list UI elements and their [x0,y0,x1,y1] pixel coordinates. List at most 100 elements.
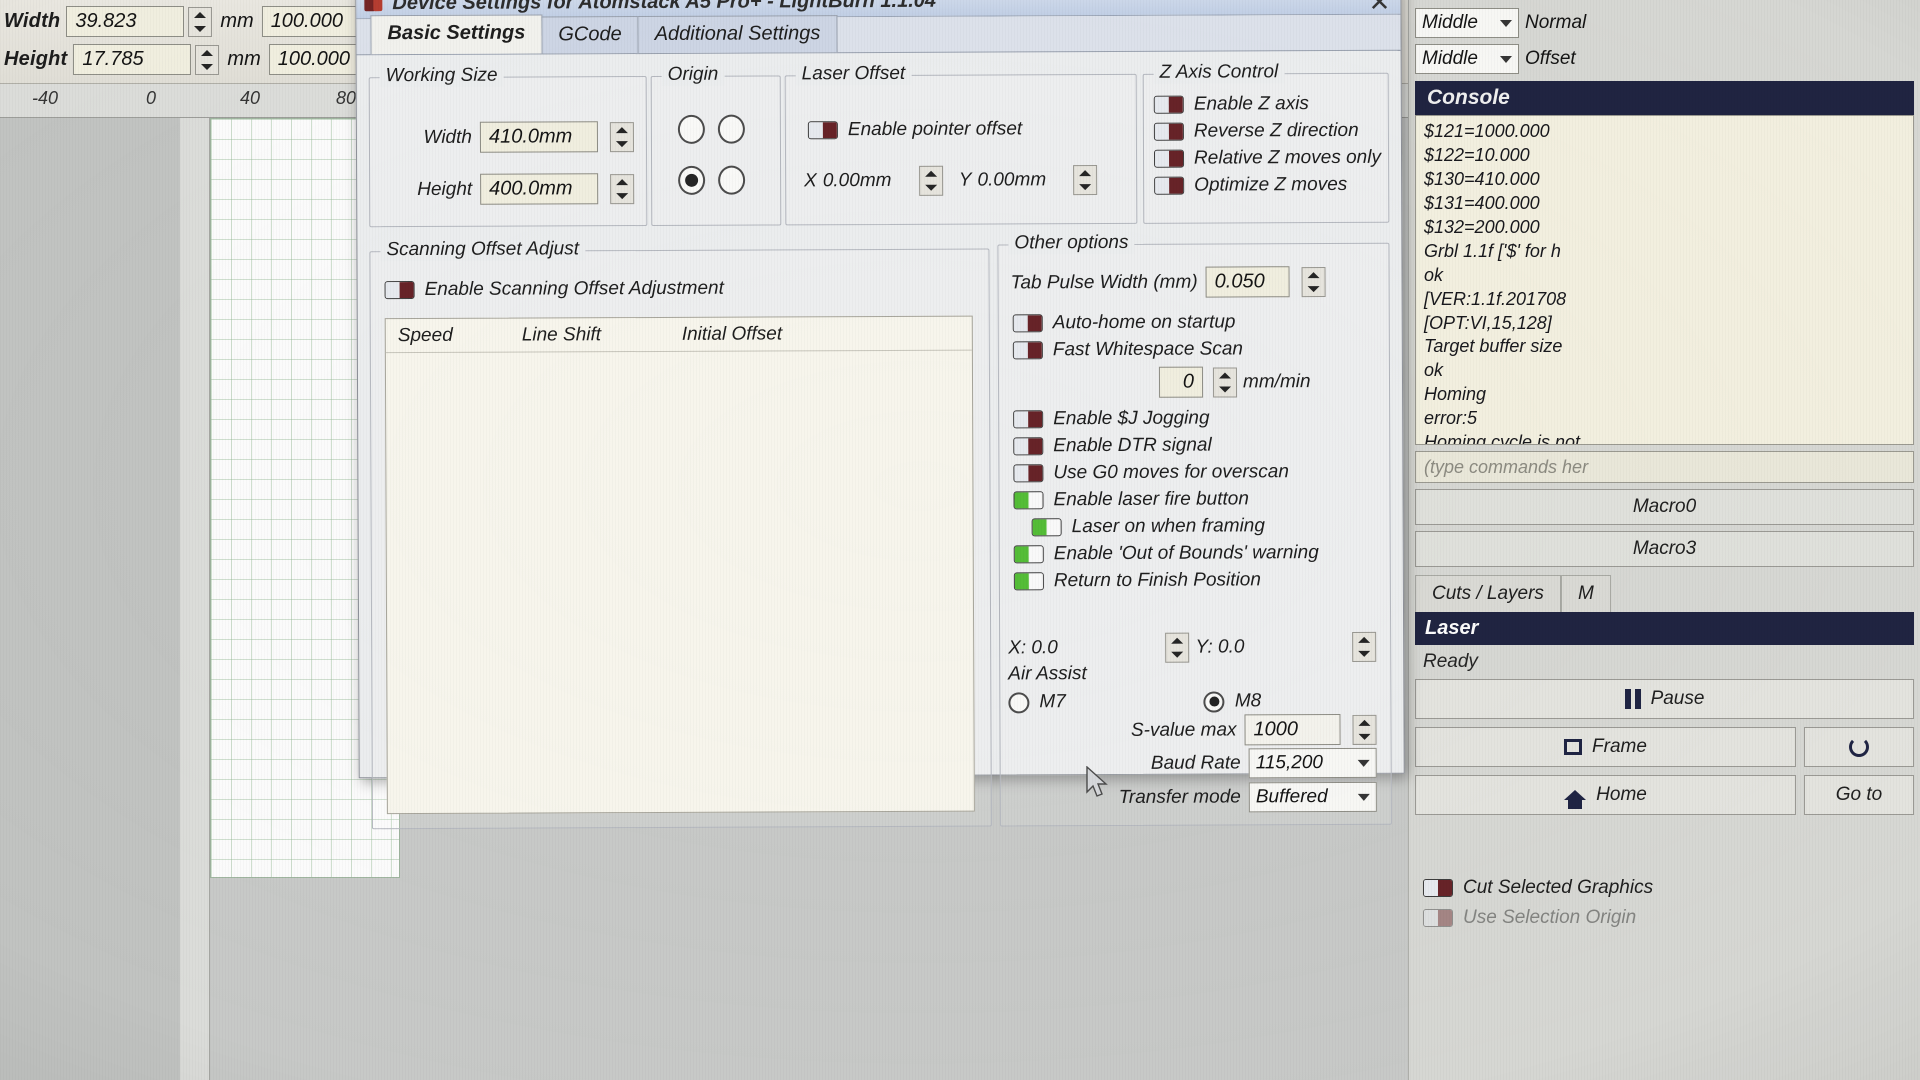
return-finish-position-toggle[interactable] [1013,572,1044,591]
enable-laser-fire-toggle[interactable] [1013,491,1044,510]
auto-home-label: Auto-home on startup [1052,311,1236,334]
relative-z-moves-toggle[interactable] [1153,149,1185,168]
origin-radio-top-left[interactable] [677,114,705,144]
tab-gcode[interactable]: GCode [541,16,639,54]
close-icon[interactable]: ✕ [1368,0,1390,18]
enable-jog-toggle[interactable] [1013,410,1044,429]
enable-scanning-offset-toggle[interactable] [384,281,415,300]
dialog-tabs: Basic Settings GCode Additional Settings [356,14,1401,56]
return-finish-position-row[interactable]: Return to Finish Position [1013,569,1319,592]
use-selection-origin-row[interactable]: Use Selection Origin [1415,903,1914,933]
auto-home-toggle[interactable] [1012,314,1043,333]
console-output[interactable]: $121=1000.000 $122=10.000 $130=410.000 $… [1415,115,1914,445]
out-of-bounds-toggle[interactable] [1013,545,1044,564]
working-width-spinner[interactable] [609,121,634,152]
height-input[interactable]: 17.785 [73,44,192,75]
macro3-button[interactable]: Macro3 [1415,531,1914,567]
width-spinner[interactable] [188,6,213,37]
svalue-spinner[interactable] [1352,714,1377,745]
reverse-z-direction-row[interactable]: Reverse Z direction [1153,120,1381,143]
laser-on-framing-toggle[interactable] [1031,518,1062,537]
origin-radio-bottom-right[interactable] [718,165,746,195]
enable-dtr-row[interactable]: Enable DTR signal [1013,434,1318,457]
reverse-z-direction-toggle[interactable] [1153,122,1184,141]
air-assist-m7-radio[interactable] [1008,691,1030,713]
enable-z-axis-toggle[interactable] [1153,95,1184,114]
goto-button[interactable]: Go to [1804,775,1914,815]
pointer-offset-y-value[interactable]: 0.00mm [977,169,1063,191]
macro0-button[interactable]: Macro0 [1415,489,1914,525]
console-header: Console [1415,81,1914,115]
frame-button[interactable]: Frame [1415,727,1796,767]
width-percent-input[interactable]: 100.000 [261,6,370,37]
working-height-spinner[interactable] [610,173,635,204]
console-line: Grbl 1.1f ['$' for h [1424,240,1561,261]
fast-whitespace-row[interactable]: Fast Whitespace Scan [1012,338,1318,361]
working-height-input[interactable]: 400.0mm [480,173,599,205]
pointer-offset-x-label: X [804,170,817,192]
laser-on-framing-row[interactable]: Laser on when framing [1031,515,1319,538]
enable-jog-row[interactable]: Enable $J Jogging [1013,407,1318,430]
origin-radio-top-right[interactable] [717,114,745,144]
align-select-1[interactable]: Middle [1415,8,1519,38]
air-assist-m8-radio[interactable] [1203,690,1225,713]
pointer-offset-y-spinner[interactable] [1073,165,1098,196]
working-width-input[interactable]: 410.0mm [479,121,598,153]
ruler-tick-0: -40 [32,88,59,108]
cut-selected-graphics-row[interactable]: Cut Selected Graphics [1415,873,1914,903]
tab-additional-settings[interactable]: Additional Settings [637,15,838,54]
align-select-2[interactable]: Middle [1415,44,1519,74]
relative-z-moves-row[interactable]: Relative Z moves only [1153,147,1381,170]
whitespace-speed-unit: mm/min [1242,370,1311,392]
air-assist-m8-label: M8 [1234,690,1262,712]
svalue-input[interactable]: 1000 [1244,713,1341,746]
fast-whitespace-toggle[interactable] [1012,341,1043,360]
enable-laser-fire-row[interactable]: Enable laser fire button [1013,488,1318,511]
origin-radio-bottom-left[interactable] [678,165,706,195]
enable-dtr-toggle[interactable] [1013,437,1044,456]
use-selection-origin-toggle[interactable] [1423,909,1453,927]
right-side-panel: Middle Normal Middle Offset Console $121… [1408,0,1920,1080]
transfer-mode-select[interactable]: Buffered [1248,781,1377,813]
working-size-title: Working Size [379,64,504,88]
tab-pulse-input[interactable]: 0.050 [1205,266,1290,298]
tab-move[interactable]: M [1560,575,1611,612]
baud-rate-select[interactable]: 115,200 [1248,747,1377,779]
scanning-offset-table[interactable]: Speed Line Shift Initial Offset [384,315,975,815]
enable-scanning-offset-row[interactable]: Enable Scanning Offset Adjustment [384,278,724,301]
enable-z-axis-row[interactable]: Enable Z axis [1153,93,1381,116]
enable-pointer-offset-row[interactable]: Enable pointer offset [807,118,1023,141]
whitespace-speed-input[interactable]: 0 [1158,366,1204,398]
pause-icon [1624,689,1641,709]
rotary-frame-button[interactable] [1804,727,1914,767]
home-button[interactable]: Home [1415,775,1796,815]
height-spinner[interactable] [195,44,220,75]
width-unit: mm [220,10,254,32]
use-g0-overscan-toggle[interactable] [1013,464,1044,483]
enable-dtr-label: Enable DTR signal [1053,434,1212,457]
whitespace-speed-spinner[interactable] [1212,366,1238,398]
auto-home-row[interactable]: Auto-home on startup [1012,311,1318,334]
align-row-2: Middle Offset [1409,41,1920,77]
console-command-input[interactable]: (type commands her [1415,451,1914,483]
out-of-bounds-row[interactable]: Enable 'Out of Bounds' warning [1013,542,1319,565]
cut-selected-graphics-toggle[interactable] [1423,879,1453,897]
chevron-down-icon [1357,759,1370,767]
finish-x-label[interactable]: X: 0.0 [1008,637,1058,659]
tab-cuts-layers[interactable]: Cuts / Layers [1415,575,1561,612]
enable-pointer-offset-label: Enable pointer offset [847,118,1023,141]
pointer-offset-x-spinner[interactable] [918,165,943,196]
pause-button[interactable]: Pause [1415,679,1914,719]
use-g0-overscan-row[interactable]: Use G0 moves for overscan [1013,461,1318,484]
optimize-z-moves-toggle[interactable] [1154,176,1185,195]
finish-x-spinner[interactable] [1165,632,1190,663]
width-input[interactable]: 39.823 [66,6,185,37]
device-settings-dialog: Device Settings for Atomstack A5 Pro+ - … [355,0,1405,830]
tab-basic-settings[interactable]: Basic Settings [370,14,543,55]
finish-y-spinner[interactable] [1352,631,1377,662]
enable-pointer-offset-toggle[interactable] [807,121,838,140]
finish-y-label[interactable]: Y: 0.0 [1195,636,1244,658]
optimize-z-moves-row[interactable]: Optimize Z moves [1154,174,1381,197]
pointer-offset-x-value[interactable]: 0.00mm [823,170,909,192]
tab-pulse-spinner[interactable] [1301,266,1326,297]
